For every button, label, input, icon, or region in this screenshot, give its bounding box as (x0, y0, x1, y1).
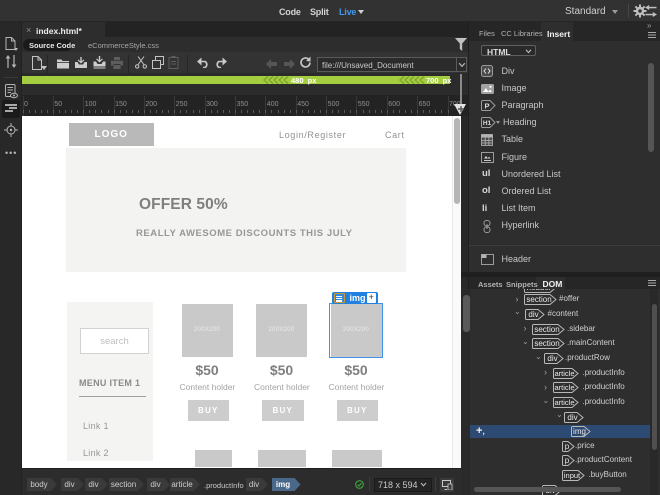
svg-text:input: input (563, 471, 580, 480)
svg-text:article: article (554, 398, 574, 407)
svg-text:section: section (526, 295, 551, 304)
svg-text:section: section (534, 339, 559, 348)
svg-text:section: section (534, 325, 559, 334)
svg-text:div: div (547, 354, 557, 363)
svg-text:div: div (567, 413, 577, 422)
svg-text:article: article (554, 383, 574, 392)
svg-text:img: img (573, 427, 586, 436)
svg-text:p: p (564, 442, 569, 451)
svg-text:div: div (528, 310, 538, 319)
svg-text:article: article (554, 369, 574, 378)
svg-text:P: P (484, 101, 489, 110)
svg-text:H1: H1 (483, 120, 492, 127)
svg-text:p: p (564, 456, 569, 465)
